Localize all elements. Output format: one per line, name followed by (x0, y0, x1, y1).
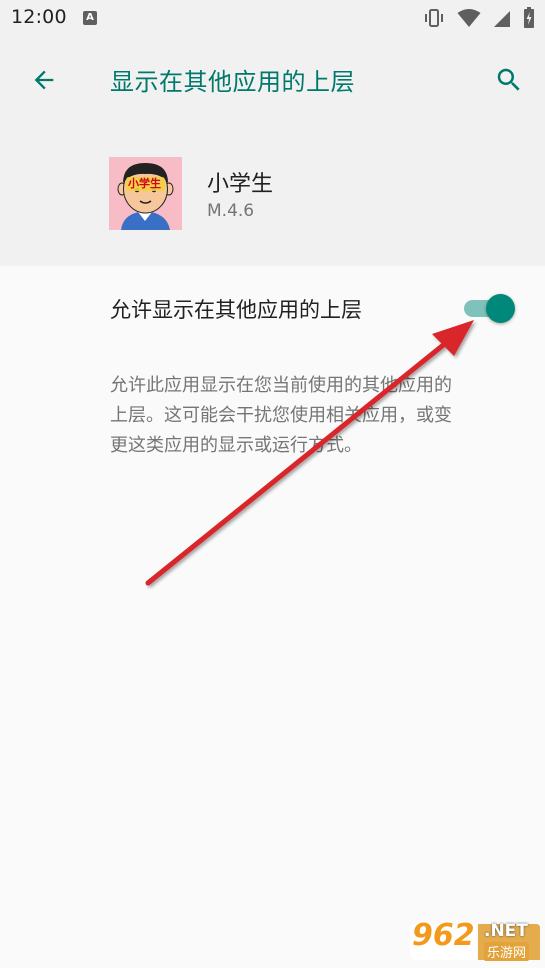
setting-description: 允许此应用显示在您当前使用的其他应用的 上层。这可能会干扰您使用相关应用，或变 … (110, 375, 452, 456)
battery-icon (524, 7, 534, 28)
watermark-number: 962 (412, 918, 475, 953)
page-title: 显示在其他应用的上层 (110, 68, 355, 96)
app-icon-illustration (109, 157, 182, 230)
vibrate-icon (425, 9, 443, 27)
back-button[interactable] (24, 60, 64, 100)
app-name: 小学生 (207, 172, 274, 197)
app-header: 小学生 小学生 M.4.6 (0, 124, 545, 266)
arrow-back-icon (34, 70, 54, 90)
status-bar: 12:00 A (0, 0, 545, 36)
watermark-site: 乐游网 (484, 942, 530, 961)
status-icons (423, 7, 535, 28)
signal-icon (494, 11, 510, 27)
setting-label: 允许显示在其他应用的上层 (110, 298, 362, 322)
watermark-962-net: 962 .NET 乐游网 (406, 918, 541, 964)
watermark-suffix: .NET (484, 921, 528, 941)
overlay-permission-toggle[interactable] (462, 290, 520, 326)
app-icon: 小学生 (109, 157, 182, 230)
app-version: M.4.6 (207, 201, 255, 221)
app-icon-text: 小学生 (128, 177, 161, 190)
toggle-thumb (486, 294, 515, 323)
app-bar: 显示在其他应用的上层 (0, 36, 545, 124)
wifi-icon (457, 9, 481, 27)
notification-icon: A (83, 11, 97, 25)
search-button[interactable] (489, 60, 529, 100)
overlay-permission-row[interactable]: 允许显示在其他应用的上层 (0, 266, 545, 350)
status-time: 12:00 (11, 6, 67, 28)
search-icon (497, 68, 520, 91)
